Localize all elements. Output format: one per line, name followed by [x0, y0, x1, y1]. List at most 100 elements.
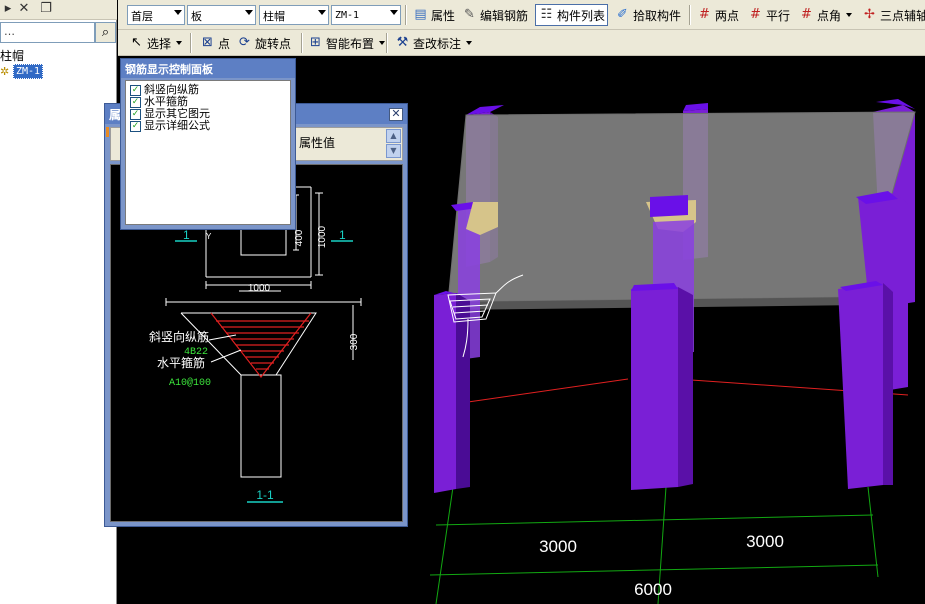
rebar-panel-title[interactable]: 钢筋显示控制面板 [121, 59, 295, 78]
annotation-icon: ⚒ [396, 35, 409, 50]
checkbox-checked-icon[interactable]: ✓ [130, 120, 141, 132]
separator [190, 33, 192, 53]
component-select[interactable]: 柱帽 [259, 5, 329, 25]
point-angle-label: 点角 [817, 8, 842, 23]
checkbox-checked-icon[interactable]: ✓ [130, 108, 141, 120]
parallel-button[interactable]: # 平行 [745, 4, 792, 26]
tree-node-selected[interactable]: ✲ ZM-1 [0, 64, 44, 79]
dim-top-width: 1000 [248, 283, 271, 294]
component-list-button[interactable]: ☷ 构件列表 [535, 4, 609, 26]
option-show-detailed-formula[interactable]: ✓ 显示详细公式 [130, 120, 286, 132]
tree-node-category[interactable]: 柱帽 [0, 47, 24, 64]
properties-label: 属性 [431, 8, 456, 23]
three-point-axis-icon: ✢ [864, 7, 875, 22]
axis-mark-right: 1 [339, 228, 346, 242]
rotate-point-button[interactable]: ⟳ 旋转点 [234, 32, 293, 54]
name-select-value: ZM-1 [335, 10, 360, 21]
copy-icon[interactable]: ❐ [38, 1, 54, 17]
properties-button[interactable]: ▤ 属性 [410, 4, 457, 26]
chevron-down-icon [245, 10, 253, 15]
checkbox-checked-icon[interactable]: ✓ [130, 84, 141, 96]
tree-toolbar: ▸ ✕ ❐ [0, 0, 117, 20]
rebar-display-control-panel: 钢筋显示控制面板 ✓ 斜竖向纵筋 ✓ 水平箍筋 ✓ 显示其它图元 ✓ 显示详细公… [120, 58, 296, 230]
smart-layout-button[interactable]: ⊞ 智能布置 [305, 32, 387, 54]
close-icon[interactable]: ✕ [389, 108, 403, 121]
point-label: 点 [218, 36, 231, 51]
scroll-down-icon[interactable]: ▼ [386, 144, 401, 158]
edit-rebar-button[interactable]: ✎ 编辑钢筋 [459, 4, 530, 26]
grid-layout-icon: ⊞ [310, 35, 321, 50]
dim-right-text: 3000 [746, 532, 784, 551]
chevron-down-icon [176, 41, 183, 45]
modify-annotation-button[interactable]: ⚒ 查改标注 [392, 32, 474, 54]
draw-toolbar: ↖ 选择 ⊠ 点 ⟳ 旋转点 ⊞ 智能布置 ⚒ 查改标注 [118, 30, 925, 56]
name-select[interactable]: ZM-1 [331, 5, 401, 25]
section-label: 1-1 [256, 488, 274, 502]
properties-icon: ▤ [414, 7, 427, 22]
new-icon[interactable]: ▸ [0, 1, 16, 17]
smart-layout-label: 智能布置 [326, 36, 375, 51]
search-icon[interactable]: ⌕ [95, 22, 116, 43]
dim-depth: 300 [349, 333, 360, 350]
rotate-icon: ⟳ [239, 35, 250, 50]
type-select-value: 板 [191, 10, 202, 23]
label-vertical-rebar: 斜竖向纵筋 [149, 329, 209, 344]
dim-total-text: 6000 [634, 580, 672, 599]
rebar-options-list: ✓ 斜竖向纵筋 ✓ 水平箍筋 ✓ 显示其它图元 ✓ 显示详细公式 [125, 80, 291, 225]
parallel-axis-icon: # [750, 7, 761, 22]
eyedropper-icon: ✐ [617, 7, 628, 22]
modify-annotation-label: 查改标注 [413, 36, 462, 51]
row-marker [106, 127, 109, 137]
two-point-axis-icon: # [699, 7, 710, 22]
point-button[interactable]: ⊠ 点 [197, 32, 232, 54]
axis-y-label: Y [206, 232, 212, 241]
dim-inner-height: 400 [294, 229, 305, 246]
two-point-button[interactable]: # 两点 [694, 4, 741, 26]
column-header-value[interactable]: 属性值 [299, 134, 335, 151]
value-horizontal-stirrup: A10@100 [169, 377, 211, 389]
separator [386, 33, 388, 53]
component-list-label: 构件列表 [557, 8, 606, 23]
scroll-up-icon[interactable]: ▲ [386, 129, 401, 143]
point-angle-icon: # [801, 7, 812, 22]
front-columns [434, 281, 893, 493]
dim-top-height: 1000 [317, 225, 328, 248]
delete-icon[interactable]: ✕ [16, 1, 32, 17]
property-scrollbar[interactable]: ▲ ▼ [386, 129, 401, 159]
chevron-down-icon [379, 41, 386, 45]
separator [405, 5, 407, 25]
point-angle-button[interactable]: # 点角 [796, 4, 854, 26]
main-toolbar: 首层 板 柱帽 ZM-1 ▤ 属性 ✎ 编辑钢筋 ☷ 构件列表 ✐ 拾取构件 # 两点 #… [118, 0, 925, 30]
select-label: 选择 [147, 36, 172, 51]
axis-mark-left: 1 [183, 228, 190, 242]
parallel-label: 平行 [766, 8, 791, 23]
three-point-aux-label: 三点辅轴 [880, 8, 925, 23]
gear-icon: ✲ [0, 65, 10, 78]
select-button[interactable]: ↖ 选择 [126, 32, 184, 54]
dim-left-text: 3000 [539, 537, 577, 556]
component-tree-pane: ▸ ✕ ❐ … ⌕ 柱帽 ✲ ZM-1 [0, 0, 117, 604]
checkbox-checked-icon[interactable]: ✓ [130, 96, 141, 108]
type-select[interactable]: 板 [187, 5, 256, 25]
component-select-value: 柱帽 [263, 10, 285, 23]
tree-search-input[interactable]: … [0, 22, 95, 43]
floor-select[interactable]: 首层 [127, 5, 185, 25]
pick-component-label: 拾取构件 [633, 8, 682, 23]
section-underline [175, 240, 353, 503]
separator [689, 5, 691, 25]
pencil-icon: ✎ [464, 7, 475, 22]
chevron-down-icon [174, 10, 182, 15]
edit-rebar-label: 编辑钢筋 [480, 8, 529, 23]
list-icon: ☷ [540, 7, 553, 22]
rebar-red-lines [210, 312, 312, 378]
chevron-down-icon [466, 41, 473, 45]
option-label: 显示详细公式 [144, 119, 210, 132]
point-box-icon: ⊠ [202, 35, 213, 50]
pick-component-button[interactable]: ✐ 拾取构件 [612, 4, 683, 26]
chevron-down-icon [318, 10, 326, 15]
tree-node-label: ZM-1 [13, 64, 44, 79]
three-point-aux-button[interactable]: ✢ 三点辅轴 [859, 4, 925, 26]
chevron-down-icon [390, 10, 398, 15]
cursor-icon: ↖ [131, 35, 142, 50]
chevron-down-icon [846, 13, 853, 17]
